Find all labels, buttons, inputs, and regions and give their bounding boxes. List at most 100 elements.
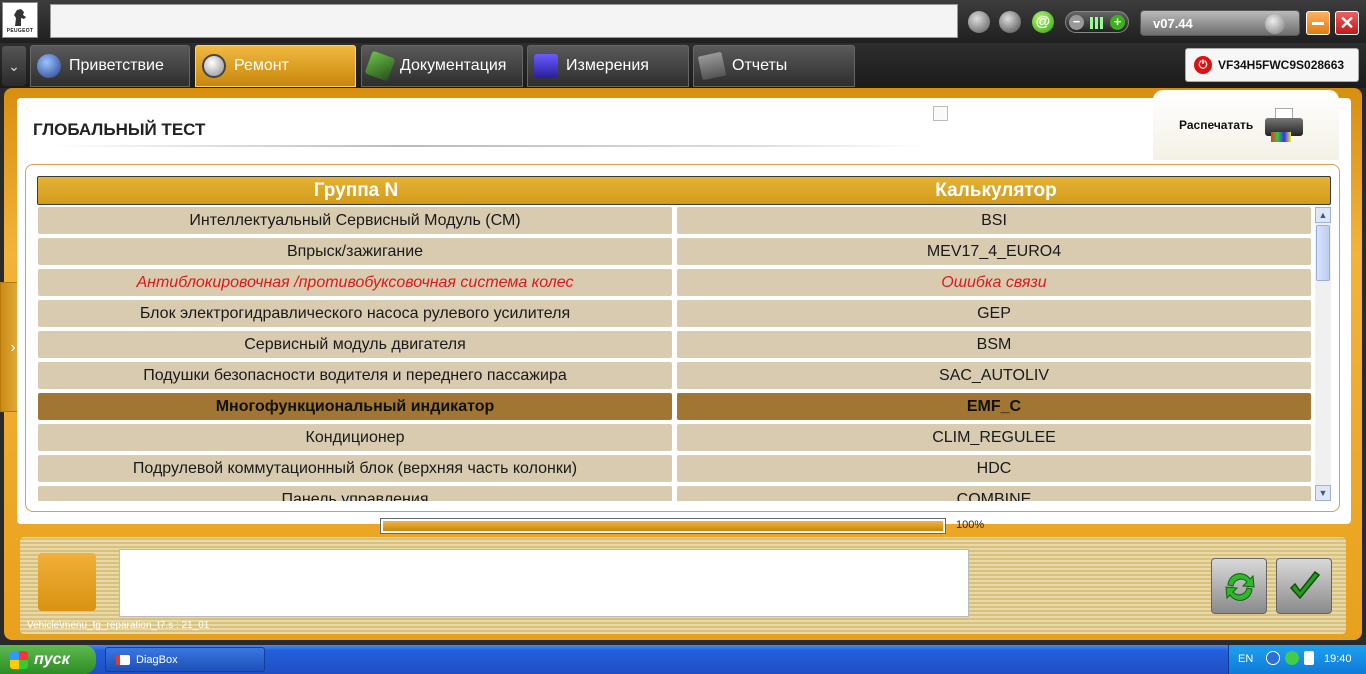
task-label: DiagBox [136, 653, 178, 666]
clock: 19:40 [1324, 653, 1352, 665]
title-divider [50, 145, 930, 147]
wave-icon [534, 54, 558, 78]
peugeot-logo: PEUGEOT [2, 2, 38, 38]
cell-calculator: HDC [677, 455, 1311, 482]
refresh-icon [1225, 573, 1255, 601]
volume-control[interactable]: − + [1065, 11, 1129, 33]
welcome-icon [37, 54, 61, 78]
results-table: Группа N Калькулятор Интеллектуальный Се… [25, 164, 1340, 512]
scroll-down-arrow-icon[interactable]: ▼ [1315, 485, 1331, 501]
windows-logo-icon [10, 650, 28, 669]
minus-icon[interactable]: − [1069, 15, 1084, 30]
cell-group: Блок электрогидравлического насоса рулев… [38, 300, 672, 327]
refresh-button[interactable] [1211, 558, 1267, 614]
cell-group: Сервисный модуль двигателя [38, 331, 672, 358]
table-header: Группа N Калькулятор [37, 176, 1331, 205]
scroll-up-arrow-icon[interactable]: ▲ [1315, 207, 1331, 223]
cell-group: Панель управления [38, 486, 672, 501]
top-bar: PEUGEOT @ − + v07.44 ✕ [0, 0, 1366, 43]
table-row[interactable]: Подушки безопасности водителя и переднег… [38, 362, 1311, 389]
close-button[interactable]: ✕ [1335, 11, 1359, 35]
cell-group: Антиблокировочная /противобуксовочная си… [38, 269, 672, 296]
cell-group: Впрыск/зажигание [38, 238, 672, 265]
cell-calculator: BSI [677, 207, 1311, 234]
level-bars-icon [1090, 17, 1104, 29]
printer-icon [1263, 108, 1305, 142]
small-checkbox[interactable] [933, 106, 948, 121]
cell-group: Многофункциональный индикатор [38, 393, 672, 420]
network-icon[interactable] [1285, 651, 1299, 665]
column-header-calculator: Калькулятор [935, 180, 1057, 201]
message-box [119, 549, 969, 617]
print-button[interactable]: Распечатать [1153, 90, 1339, 160]
table-row[interactable]: Интеллектуальный Сервисный Модуль (СМ) BS… [38, 207, 1311, 234]
table-row[interactable]: Подрулевой коммутационный блок (верхняя … [38, 455, 1311, 482]
tab-label: Приветствие [69, 57, 164, 74]
cell-calculator: SAC_AUTOLIV [677, 362, 1311, 389]
progress-fill [383, 521, 943, 531]
table-row[interactable]: Сервисный модуль двигателя BSM [38, 331, 1311, 358]
print-label: Распечатать [1179, 118, 1254, 132]
progress-bar [380, 518, 946, 534]
table-scrollbar[interactable]: ▲ ▼ [1315, 207, 1331, 501]
table-row[interactable]: Антиблокировочная /противобуксовочная си… [38, 269, 1311, 296]
tab-label: Измерения [566, 57, 649, 74]
screen-path: Vehicle\menu_tg_reparation_t7.s : 21_01 [27, 620, 210, 631]
tab-repair[interactable]: Ремонт [195, 45, 356, 87]
address-field[interactable] [50, 4, 958, 38]
tab-documentation[interactable]: Документация [361, 45, 523, 87]
table-row[interactable]: Панель управления COMBINE [38, 486, 1311, 501]
table-row[interactable]: Впрыск/зажигание MEV17_4_EURO4 [38, 238, 1311, 265]
column-header-group: Группа N [313, 180, 399, 201]
cell-group: Кондиционер [38, 424, 672, 451]
cell-calculator: COMBINE [677, 486, 1311, 501]
cell-group: Подушки безопасности водителя и переднег… [38, 362, 672, 389]
tab-label: Ремонт [234, 57, 289, 74]
power-icon: ⏻ [1194, 56, 1212, 74]
cell-group: Интеллектуальный Сервисный Модуль (СМ) [38, 207, 672, 234]
language-indicator[interactable]: EN [1238, 653, 1253, 665]
checkmark-icon [1289, 570, 1321, 600]
page-title: ГЛОБАЛЬНЫЙ ТЕСТ [33, 120, 206, 139]
chevron-down-icon[interactable]: ⌄ [2, 46, 26, 86]
app-icon [116, 654, 130, 665]
vin-button[interactable]: ⏻ VF34H5FWC9S028663 [1185, 48, 1359, 82]
magnifier-icon [202, 54, 226, 78]
tab-measurements[interactable]: Измерения [527, 45, 689, 87]
taskbar-item-diagbox[interactable]: DiagBox [105, 647, 265, 672]
progress-label: 100% [956, 519, 985, 531]
start-label: пуск [34, 650, 70, 668]
table-body: Интеллектуальный Сервисный Модуль (СМ) BS… [38, 207, 1311, 501]
table-row[interactable]: Кондиционер CLIM_REGULEE [38, 424, 1311, 451]
user-icon[interactable] [999, 11, 1021, 33]
tab-reports[interactable]: Отчеты [693, 45, 855, 87]
table-row[interactable]: Многофункциональный индикатор EMF_C [38, 393, 1311, 420]
tab-welcome[interactable]: Приветствие [30, 45, 190, 87]
download-icon[interactable] [968, 11, 990, 33]
lion-icon [14, 9, 26, 26]
tab-bar: ⌄ Приветствие Ремонт Документация Измере… [0, 43, 1366, 88]
confirm-button[interactable] [1276, 558, 1332, 614]
report-icon [697, 51, 727, 81]
cell-calculator: MEV17_4_EURO4 [677, 238, 1311, 265]
minimize-button[interactable] [1306, 11, 1330, 35]
usb-device-icon[interactable] [1304, 651, 1314, 665]
tab-label: Отчеты [732, 57, 788, 74]
plus-icon[interactable]: + [1110, 15, 1125, 30]
start-button[interactable]: пуск [0, 645, 96, 674]
cell-group: Подрулевой коммутационный блок (верхняя … [38, 455, 672, 482]
cell-calculator: BSM [677, 331, 1311, 358]
cell-calculator: CLIM_REGULEE [677, 424, 1311, 451]
scroll-thumb[interactable] [1316, 225, 1330, 281]
cell-calculator: Ошибка связи [677, 269, 1311, 296]
book-icon [364, 50, 396, 82]
vin-text: VF34H5FWC9S028663 [1218, 58, 1345, 72]
version-text: v07.44 [1153, 16, 1193, 31]
table-row[interactable]: Блок электрогидравлического насоса рулев… [38, 300, 1311, 327]
status-indicator [38, 553, 96, 611]
back-arrow-icon[interactable] [1266, 651, 1280, 665]
gauge-icon[interactable] [1265, 14, 1285, 34]
taskbar: пуск DiagBox [0, 645, 1366, 674]
version-badge: v07.44 [1140, 10, 1300, 36]
mail-icon[interactable]: @ [1032, 11, 1054, 33]
